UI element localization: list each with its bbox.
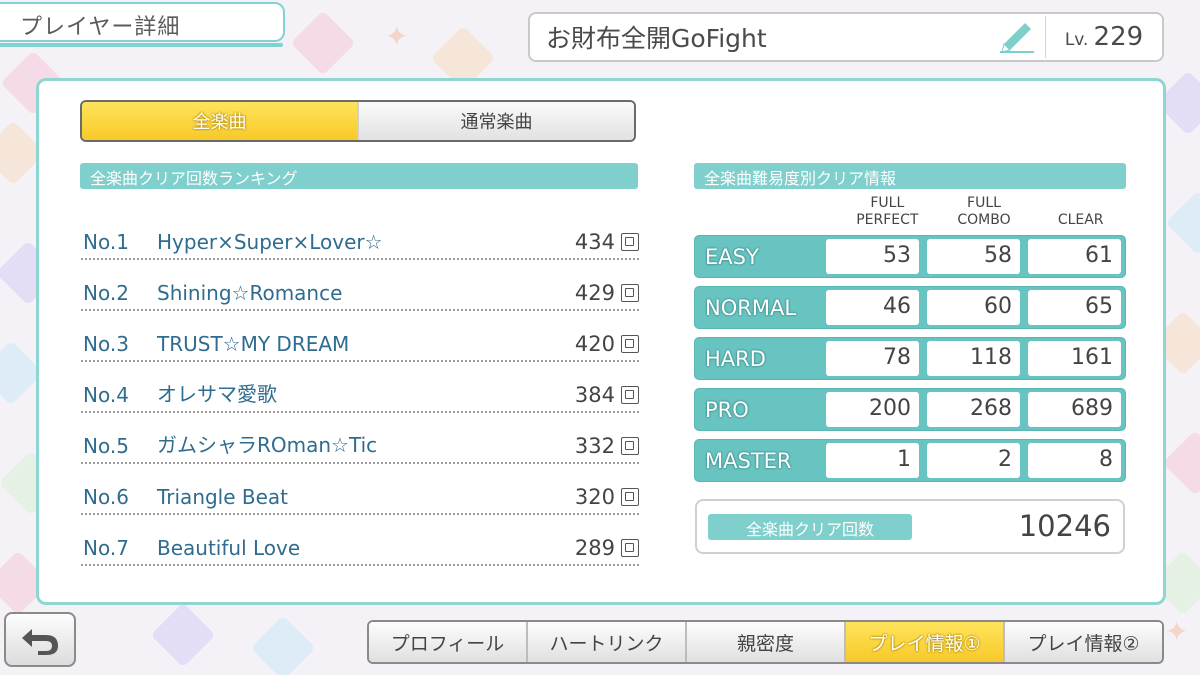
edit-name-button[interactable] bbox=[988, 16, 1046, 58]
difficulty-name: PRO bbox=[705, 397, 749, 422]
ranking-list: No.1 Hyper×Super×Lover☆ 434 No.2 Shining… bbox=[81, 209, 639, 566]
page-title: プレイヤー詳細 bbox=[0, 2, 285, 47]
total-clear-box: 全楽曲クリア回数 10246 bbox=[695, 499, 1125, 554]
difficulty-name: NORMAL bbox=[705, 295, 797, 320]
kai-unit-icon bbox=[621, 233, 639, 251]
kai-unit-icon bbox=[621, 488, 639, 506]
difficulty-name: MASTER bbox=[705, 448, 792, 473]
col-full-combo: FULL COMBO bbox=[936, 195, 1033, 229]
clear-count: 332 bbox=[574, 434, 615, 458]
rank-number: No.3 bbox=[83, 332, 129, 356]
ranking-row: No.5 ガムシャラROman☆Tic 332 bbox=[81, 413, 639, 464]
kai-unit-icon bbox=[621, 284, 639, 302]
level-label: Lv. bbox=[1064, 30, 1089, 50]
full-perfect-value: 200 bbox=[826, 392, 919, 427]
col-full-combo-line2: COMBO bbox=[957, 212, 1011, 228]
kai-unit-icon bbox=[621, 335, 639, 353]
difficulty-row: PRO 200 268 689 bbox=[694, 388, 1126, 431]
song-title: TRUST☆MY DREAM bbox=[157, 332, 350, 356]
level-value: 229 bbox=[1093, 22, 1144, 52]
main-panel: 全楽曲 通常楽曲 全楽曲クリア回数ランキング No.1 Hyper×Super×… bbox=[36, 78, 1166, 605]
full-perfect-value: 1 bbox=[826, 443, 919, 478]
full-perfect-value: 53 bbox=[826, 239, 919, 274]
full-combo-value: 268 bbox=[927, 392, 1020, 427]
pencil-icon bbox=[999, 23, 1034, 53]
clear-value: 8 bbox=[1028, 443, 1121, 478]
difficulty-row: HARD 78 118 161 bbox=[694, 337, 1126, 380]
difficulty-section-header: 全楽曲難易度別クリア情報 bbox=[694, 163, 1126, 189]
full-combo-value: 58 bbox=[927, 239, 1020, 274]
rank-number: No.6 bbox=[83, 485, 129, 509]
clear-count: 384 bbox=[574, 383, 615, 407]
back-arrow-icon bbox=[22, 628, 58, 655]
song-title: Beautiful Love bbox=[157, 536, 301, 560]
song-title: Triangle Beat bbox=[157, 485, 289, 509]
ranking-row: No.2 Shining☆Romance 429 bbox=[81, 260, 639, 311]
song-filter-toggle: 全楽曲 通常楽曲 bbox=[80, 100, 636, 142]
tab-play-info-2[interactable]: プレイ情報② bbox=[1003, 622, 1162, 662]
clear-count: 420 bbox=[574, 332, 615, 356]
col-clear: CLEAR bbox=[1057, 212, 1104, 228]
player-name: お財布全開GoFight bbox=[546, 24, 767, 53]
clear-value: 689 bbox=[1028, 392, 1121, 427]
total-clear-value: 10246 bbox=[1018, 509, 1111, 543]
kai-unit-icon bbox=[621, 437, 639, 455]
col-full-perfect-line1: FULL bbox=[870, 195, 905, 211]
song-title: Hyper×Super×Lover☆ bbox=[157, 230, 383, 254]
tab-intimacy[interactable]: 親密度 bbox=[685, 622, 844, 662]
all-songs-tab[interactable]: 全楽曲 bbox=[82, 102, 357, 140]
difficulty-table: EASY 53 58 61 NORMAL 46 60 65 HARD 78 11… bbox=[694, 235, 1126, 490]
ranking-row: No.7 Beautiful Love 289 bbox=[81, 515, 639, 566]
song-title: オレサマ愛歌 bbox=[157, 382, 277, 406]
difficulty-name: EASY bbox=[705, 244, 759, 269]
tab-profile[interactable]: プロフィール bbox=[369, 622, 526, 662]
ranking-row: No.3 TRUST☆MY DREAM 420 bbox=[81, 311, 639, 362]
ranking-row: No.4 オレサマ愛歌 384 bbox=[81, 362, 639, 413]
rank-number: No.4 bbox=[83, 383, 129, 407]
clear-value: 161 bbox=[1028, 341, 1121, 376]
song-title: Shining☆Romance bbox=[157, 281, 343, 305]
full-combo-value: 2 bbox=[927, 443, 1020, 478]
total-clear-label: 全楽曲クリア回数 bbox=[708, 514, 912, 540]
full-combo-value: 118 bbox=[927, 341, 1020, 376]
col-full-perfect-line2: PERFECT bbox=[856, 212, 919, 228]
clear-count: 289 bbox=[574, 536, 615, 560]
rank-number: No.7 bbox=[83, 536, 129, 560]
full-perfect-value: 46 bbox=[826, 290, 919, 325]
kai-unit-icon bbox=[621, 386, 639, 404]
ranking-row: No.6 Triangle Beat 320 bbox=[81, 464, 639, 515]
clear-value: 61 bbox=[1028, 239, 1121, 274]
full-perfect-value: 78 bbox=[826, 341, 919, 376]
kai-unit-icon bbox=[621, 539, 639, 557]
clear-count: 434 bbox=[574, 230, 615, 254]
difficulty-row: NORMAL 46 60 65 bbox=[694, 286, 1126, 329]
rank-number: No.1 bbox=[83, 230, 129, 254]
normal-songs-tab[interactable]: 通常楽曲 bbox=[357, 102, 634, 140]
ranking-row: No.1 Hyper×Super×Lover☆ 434 bbox=[81, 209, 639, 260]
difficulty-row: EASY 53 58 61 bbox=[694, 235, 1126, 278]
difficulty-name: HARD bbox=[705, 346, 766, 371]
player-level: Lv. 229 bbox=[1046, 22, 1162, 52]
difficulty-column-headers: FULL PERFECT FULL COMBO CLEAR bbox=[839, 195, 1129, 229]
back-button[interactable] bbox=[4, 612, 76, 667]
clear-count: 320 bbox=[574, 485, 615, 509]
clear-value: 65 bbox=[1028, 290, 1121, 325]
col-full-combo-line1: FULL bbox=[967, 195, 1001, 211]
difficulty-row: MASTER 1 2 8 bbox=[694, 439, 1126, 482]
ranking-section-header: 全楽曲クリア回数ランキング bbox=[80, 163, 638, 189]
col-full-perfect: FULL PERFECT bbox=[839, 195, 936, 229]
tab-heart-link[interactable]: ハートリンク bbox=[526, 622, 685, 662]
song-title: ガムシャラROman☆Tic bbox=[157, 433, 378, 457]
rank-number: No.2 bbox=[83, 281, 129, 305]
clear-count: 429 bbox=[574, 281, 615, 305]
tab-play-info-1[interactable]: プレイ情報① bbox=[844, 622, 1003, 662]
bottom-tab-bar: プロフィール ハートリンク 親密度 プレイ情報① プレイ情報② bbox=[367, 620, 1164, 664]
full-combo-value: 60 bbox=[927, 290, 1020, 325]
rank-number: No.5 bbox=[83, 434, 129, 458]
player-info-box: お財布全開GoFight Lv. 229 bbox=[528, 12, 1164, 62]
